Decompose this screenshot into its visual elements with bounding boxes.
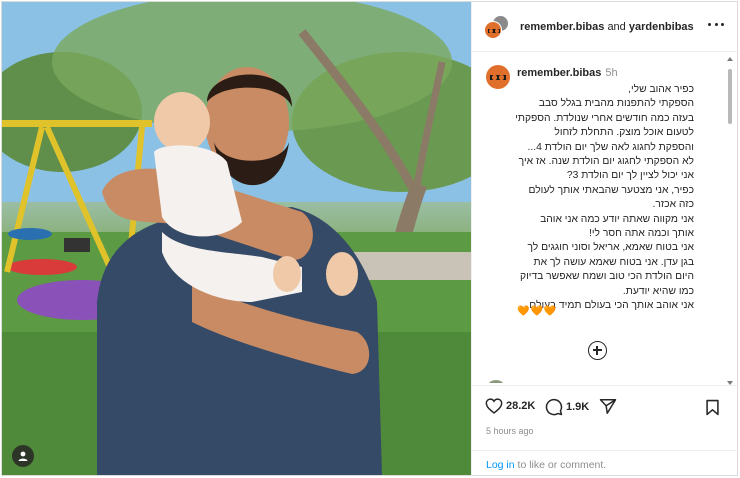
caption-line: והספקת לחגוג לאה שלך יום הולדת 4... bbox=[527, 141, 694, 153]
share-action[interactable] bbox=[599, 398, 617, 415]
caption-scrollbar[interactable] bbox=[727, 57, 733, 385]
commenter-avatar[interactable] bbox=[486, 380, 506, 383]
caption-line: הספקתי להתפנות מהבית בגלל סבב bbox=[538, 98, 694, 110]
caption-text: כפיר אהוב שלי, הספקתי להתפנות מהבית בגלל … bbox=[472, 83, 694, 314]
owners-joiner: and bbox=[607, 20, 626, 33]
post-actions: 28.2K 1.9K 5 hours ago Log in to like or… bbox=[472, 385, 737, 475]
caption-username[interactable]: remember.bibas bbox=[517, 67, 601, 79]
caption-line: בגן עדן. אני בטוח שאמא עושה לך את bbox=[533, 256, 695, 268]
caption-line: לא הספקתי לחגוג יום הולדת שנה. אז איך bbox=[518, 156, 694, 168]
photo-illustration bbox=[2, 2, 471, 475]
user-tag-button[interactable] bbox=[12, 445, 34, 467]
caption-line: כפיר אהוב שלי, bbox=[628, 84, 694, 95]
caption-line: אני מקווה שאתה יודע כמה אני אוהב bbox=[540, 213, 694, 225]
caption-line: היום הולדת הכי טוב ושמח שאפשר בדיוק bbox=[520, 271, 694, 283]
caption-line: כמו שהיא יודעת. bbox=[622, 285, 694, 297]
caption-hearts: 🧡🧡🧡 bbox=[517, 306, 558, 317]
user-tag-icon bbox=[18, 451, 28, 461]
posted-time: 5 hours ago bbox=[486, 426, 534, 436]
paper-plane-icon[interactable] bbox=[599, 398, 617, 415]
comment-bubble-icon[interactable] bbox=[545, 398, 563, 416]
caption-line: אני יכול לציין לך יום הולדת 3? bbox=[566, 170, 694, 182]
likes-count: 28.2K bbox=[506, 400, 536, 412]
login-suffix: to like or comment. bbox=[514, 459, 607, 471]
caption-time: 5h bbox=[605, 67, 618, 79]
scroll-thumb[interactable] bbox=[728, 69, 732, 124]
heart-icon[interactable] bbox=[485, 398, 503, 414]
scroll-up-arrow[interactable] bbox=[727, 57, 733, 61]
collab-avatars[interactable] bbox=[484, 14, 509, 39]
login-link[interactable]: Log in bbox=[486, 459, 515, 471]
save-action[interactable] bbox=[705, 399, 720, 421]
caption-scroll-area[interactable]: remember.bibas 5h כפיר אהוב שלי, הספקתי לה… bbox=[472, 53, 737, 383]
owner-username[interactable]: remember.bibas bbox=[520, 21, 604, 33]
comment-preview: marcelle_photographer 5h bbox=[486, 380, 639, 383]
post-owners: remember.bibas and yardenbibas bbox=[520, 21, 694, 33]
caption-line: אני אוהב אותך הכי בעולם תמיד בעולם bbox=[529, 300, 694, 312]
caption-line: אני בטוח שאמא, אריאל וסוני חוגגים לך bbox=[527, 242, 694, 254]
caption-header: remember.bibas 5h bbox=[517, 67, 618, 79]
caption-line: לטעום אוכל מוצק. התחלת לזחול bbox=[554, 127, 694, 139]
post-photo[interactable] bbox=[2, 2, 471, 475]
post-header: remember.bibas and yardenbibas bbox=[472, 2, 737, 52]
bookmark-icon[interactable] bbox=[705, 399, 720, 416]
more-horizontal-icon[interactable] bbox=[708, 23, 724, 29]
collaborator-username[interactable]: yardenbibas bbox=[629, 21, 694, 33]
login-prompt: Log in to like or comment. bbox=[472, 450, 737, 475]
post-side-panel: remember.bibas and yardenbibas remember.… bbox=[471, 2, 737, 475]
plus-circle-icon[interactable] bbox=[588, 341, 607, 360]
comments-count: 1.9K bbox=[566, 401, 590, 413]
caption-line: בעזה כמה חודשים אחרי שנולדת. הספקתי bbox=[515, 112, 694, 124]
caption-line: כזה אכזר. bbox=[652, 199, 694, 211]
caption-line: כפיר, אני מצטער שהבאתי אותך לעולם bbox=[528, 184, 694, 196]
like-action[interactable]: 28.2K bbox=[485, 398, 535, 414]
instagram-embed: remember.bibas and yardenbibas remember.… bbox=[1, 1, 738, 476]
owner-avatar bbox=[484, 20, 502, 39]
comment-action[interactable]: 1.9K bbox=[545, 398, 589, 416]
caption-line: אותך וכמה אתה חסר לי! bbox=[588, 228, 694, 240]
